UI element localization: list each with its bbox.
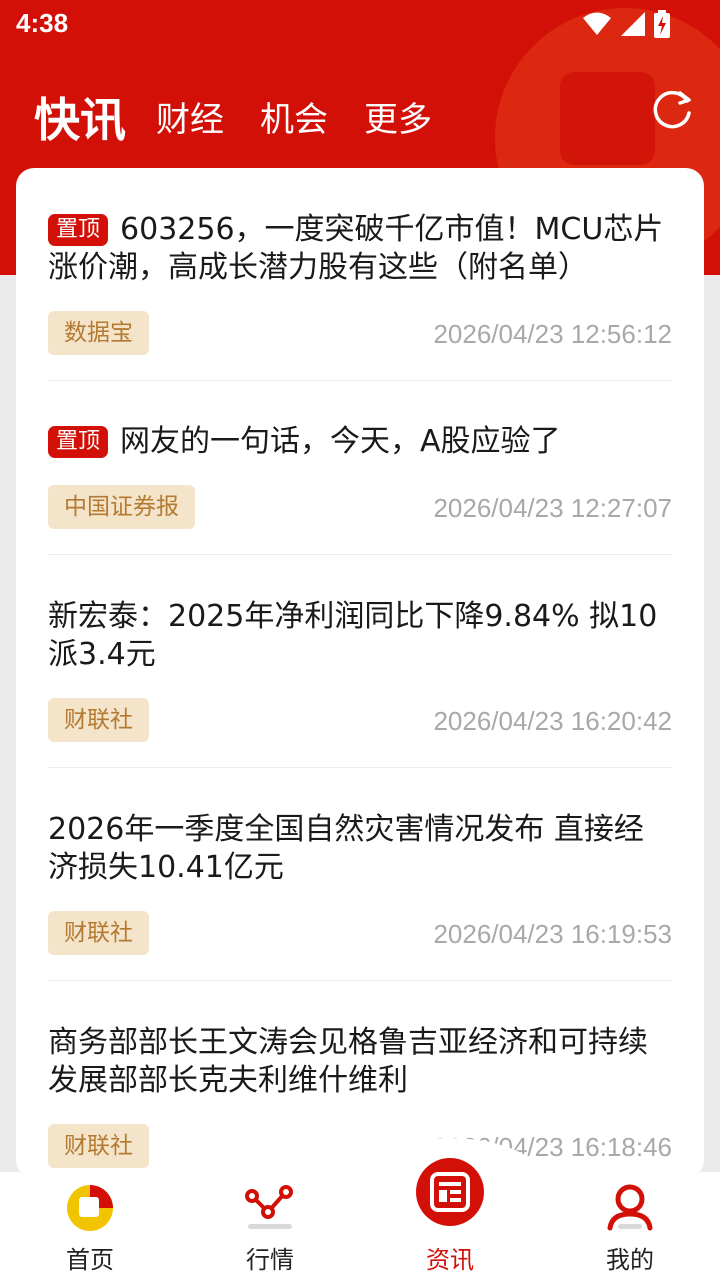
- pin-badge: 置顶: [48, 426, 109, 458]
- top-tab-bar: 快讯 财经 机会 更多: [0, 80, 720, 150]
- status-bar: 4:38: [0, 0, 720, 50]
- news-card: 置顶 603256，一度突破千亿市值！MCU芯片涨价潮，高成长潜力股有这些（附名单…: [16, 168, 704, 1178]
- nav-label: 首页: [66, 1246, 114, 1274]
- tab-caijing[interactable]: 财经: [156, 92, 224, 141]
- pin-badge: 置顶: [48, 214, 109, 246]
- nav-item-market[interactable]: 行情: [180, 1172, 360, 1280]
- news-item[interactable]: 置顶 603256，一度突破千亿市值！MCU芯片涨价潮，高成长潜力股有这些（附名单…: [48, 211, 672, 401]
- source-tag: 财联社: [48, 698, 149, 742]
- nav-item-news[interactable]: 资讯: [360, 1158, 540, 1280]
- news-time: 2026/04/23 12:56:12: [433, 319, 672, 349]
- news-title: 置顶 网友的一句话，今天，A股应验了: [48, 423, 672, 461]
- source-tag: 财联社: [48, 911, 149, 955]
- status-time: 4:38: [16, 8, 69, 38]
- news-title-text: 网友的一句话，今天，A股应验了: [120, 424, 561, 459]
- signal-icon: [621, 12, 645, 36]
- divider: [48, 980, 672, 981]
- market-icon: [245, 1185, 293, 1229]
- refresh-icon[interactable]: [652, 88, 694, 130]
- news-time: 2026/04/23 12:27:07: [433, 493, 672, 523]
- divider: [48, 380, 672, 381]
- wifi-icon: [583, 12, 611, 35]
- news-item[interactable]: 商务部部长王文涛会见格鲁吉亚经济和可持续发展部部长克夫利维什维利 财联社 202…: [48, 1024, 672, 1178]
- battery-icon: [654, 10, 670, 38]
- profile-icon: [607, 1184, 653, 1231]
- news-title: 新宏泰：2025年净利润同比下降9.84% 拟10派3.4元: [48, 599, 658, 672]
- home-icon: [67, 1185, 113, 1231]
- news-title-text: 603256，一度突破千亿市值！MCU芯片涨价潮，高成长潜力股有这些（附名单）: [48, 212, 664, 285]
- news-title: 2026年一季度全国自然灾害情况发布 直接经济损失10.41亿元: [48, 812, 644, 885]
- nav-label: 我的: [606, 1246, 654, 1274]
- divider: [48, 767, 672, 768]
- nav-label: 行情: [246, 1246, 294, 1274]
- news-time: 2026/04/23 16:19:53: [433, 919, 672, 949]
- source-tag: 财联社: [48, 1124, 149, 1168]
- source-tag: 中国证券报: [48, 485, 195, 529]
- news-time: 2026/04/23 16:20:42: [433, 706, 672, 736]
- tab-gengduo[interactable]: 更多: [364, 92, 432, 141]
- news-item[interactable]: 2026年一季度全国自然灾害情况发布 直接经济损失10.41亿元 财联社 202…: [48, 811, 672, 981]
- divider: [48, 554, 672, 555]
- news-title: 置顶 603256，一度突破千亿市值！MCU芯片涨价潮，高成长潜力股有这些（附名单…: [48, 211, 672, 287]
- nav-label: 资讯: [426, 1246, 474, 1274]
- nav-item-home[interactable]: 首页: [0, 1172, 180, 1280]
- news-item[interactable]: 新宏泰：2025年净利润同比下降9.84% 拟10派3.4元 财联社 2026/…: [48, 598, 672, 768]
- tab-jihui[interactable]: 机会: [260, 92, 328, 141]
- news-icon: [416, 1158, 484, 1226]
- nav-item-profile[interactable]: 我的: [540, 1172, 720, 1280]
- tab-kuaixun[interactable]: 快讯: [34, 84, 126, 150]
- news-title: 商务部部长王文涛会见格鲁吉亚经济和可持续发展部部长克夫利维什维利: [48, 1025, 648, 1098]
- news-item[interactable]: 置顶 网友的一句话，今天，A股应验了 中国证券报 2026/04/23 12:27…: [48, 423, 672, 543]
- source-tag: 数据宝: [48, 311, 149, 355]
